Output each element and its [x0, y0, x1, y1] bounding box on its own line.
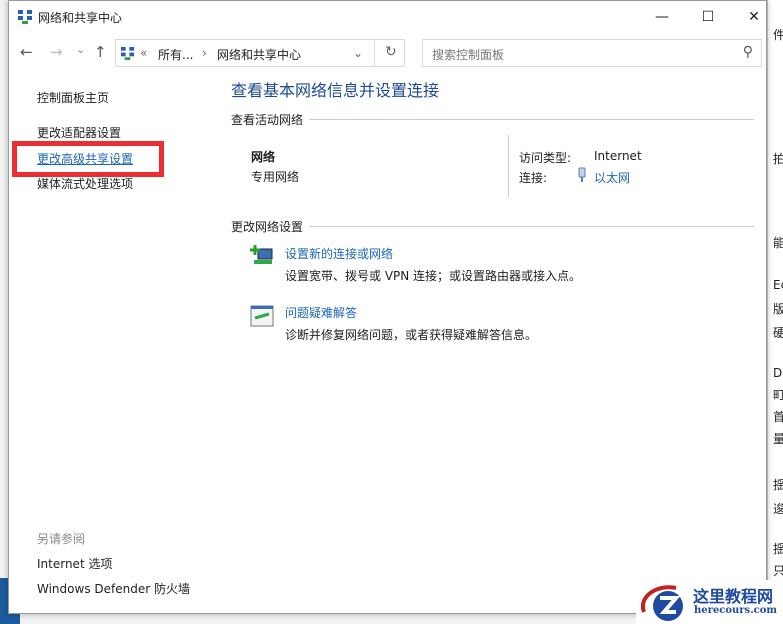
bg-text: 拍	[773, 150, 783, 167]
network-name: 网络	[251, 150, 276, 164]
navigation-bar: ← → ⌄ ↑ « 所有... › 网络和共享中心 ⌄ ↻ 搜索控制面板 ⚲	[9, 37, 766, 67]
minimize-button[interactable]: —	[639, 1, 685, 33]
search-box[interactable]: 搜索控制面板 ⚲	[422, 39, 762, 67]
search-input[interactable]: 搜索控制面板	[432, 46, 504, 63]
bg-text: D	[773, 366, 783, 380]
bg-text: 版	[773, 300, 783, 317]
close-button[interactable]: ✕	[731, 1, 777, 33]
bg-text: 揺	[773, 476, 783, 493]
breadcrumb-overflow[interactable]: «	[140, 46, 147, 60]
active-network-section: 查看活动网络	[231, 111, 754, 128]
watermark-logo	[640, 585, 683, 621]
breadcrumb-separator[interactable]: ›	[202, 46, 207, 60]
see-also-internet-options[interactable]: Internet 选项	[37, 555, 112, 572]
bg-text: 量	[773, 430, 783, 447]
watermark: 这里教程网 herecours.com	[636, 580, 783, 624]
troubleshoot-link[interactable]: 问题疑难解答	[285, 304, 357, 321]
bg-text: Ec	[773, 278, 783, 292]
back-button[interactable]: ←	[20, 43, 33, 61]
page-title: 查看基本网络信息并设置连接	[231, 81, 440, 100]
maximize-button[interactable]: ☐	[685, 1, 731, 33]
divider	[508, 135, 509, 197]
breadcrumb-all[interactable]: 所有...	[158, 46, 193, 63]
connection-label: 连接:	[519, 171, 548, 185]
bg-text: 町	[773, 386, 783, 403]
sidebar-item-control-panel-home[interactable]: 控制面板主页	[37, 89, 109, 106]
sidebar-item-media-streaming[interactable]: 媒体流式处理选项	[37, 175, 133, 192]
title-bar: 网络和共享中心 — ☐ ✕	[9, 1, 766, 33]
ethernet-link[interactable]: 以太网	[594, 169, 630, 186]
see-also-heading: 另请参阅	[37, 532, 86, 546]
bg-text: 只	[773, 562, 783, 579]
new-connection-icon	[250, 245, 273, 264]
window-title: 网络和共享中心	[38, 11, 123, 25]
bg-text: 揺	[773, 540, 783, 557]
access-type-label: 访问类型:	[519, 151, 572, 165]
watermark-url: herecours.com	[694, 605, 778, 616]
access-type-value: Internet	[594, 149, 642, 163]
network-sharing-center-window: 网络和共享中心 — ☐ ✕ ← → ⌄ ↑ « 所有... › 网络和共享中心 …	[8, 0, 767, 614]
background-window-strip: 件 拍 能 Ec 版 硬 D 町 首 量 揺 逡 揺 只	[767, 0, 783, 624]
task-description: 设置宽带、拨号或 VPN 连接；或设置路由器或接入点。	[285, 269, 582, 283]
watermark-name: 这里教程网	[693, 587, 774, 606]
change-settings-section: 更改网络设置	[231, 218, 754, 235]
network-icon	[120, 46, 135, 61]
task-description: 诊断并修复网络问题，或者获得疑难解答信息。	[285, 328, 538, 342]
bg-text: 能	[773, 234, 783, 251]
sidebar-item-adapter-settings[interactable]: 更改适配器设置	[37, 124, 121, 141]
refresh-button[interactable]: ↻	[385, 44, 397, 60]
bg-text: 逡	[773, 500, 783, 517]
divider	[309, 226, 754, 227]
network-type[interactable]: 专用网络	[251, 168, 299, 185]
section-heading: 更改网络设置	[231, 220, 304, 234]
section-heading: 查看活动网络	[231, 113, 304, 127]
forward-button[interactable]: →	[50, 43, 63, 61]
recent-locations-button[interactable]: ⌄	[76, 43, 85, 56]
divider	[309, 119, 754, 120]
ethernet-icon	[578, 167, 586, 182]
troubleshoot-icon	[250, 305, 274, 327]
bg-text: 首	[773, 408, 783, 425]
divider	[374, 40, 375, 66]
address-bar[interactable]: « 所有... › 网络和共享中心 ⌄ ↻	[115, 39, 405, 67]
breadcrumb-current[interactable]: 网络和共享中心	[217, 46, 301, 63]
network-icon	[18, 10, 32, 24]
chevron-down-icon[interactable]: ⌄	[353, 46, 363, 60]
sidebar-item-advanced-sharing[interactable]: 更改高级共享设置	[37, 150, 133, 167]
setup-new-connection-link[interactable]: 设置新的连接或网络	[285, 245, 393, 262]
search-icon[interactable]: ⚲	[743, 44, 753, 60]
bg-text: 硬	[773, 324, 783, 341]
sidebar: 控制面板主页 更改适配器设置 更改高级共享设置 媒体流式处理选项 另请参阅 In…	[9, 67, 219, 613]
main-content: 查看基本网络信息并设置连接 查看活动网络 网络 专用网络 访问类型: Inter…	[219, 67, 766, 613]
up-button[interactable]: ↑	[94, 43, 107, 61]
see-also-firewall[interactable]: Windows Defender 防火墙	[37, 580, 190, 597]
